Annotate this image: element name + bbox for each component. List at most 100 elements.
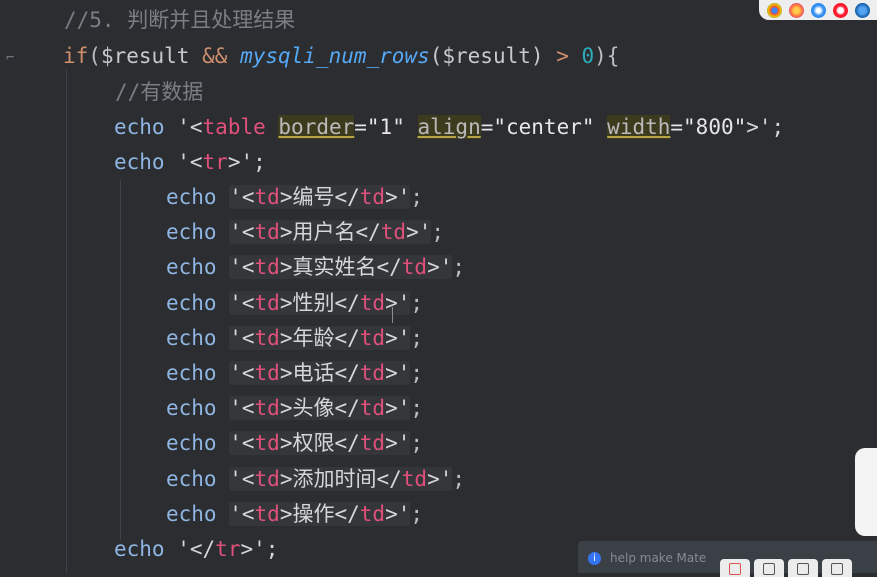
td-open-tag: td bbox=[254, 361, 280, 385]
td-label: 年龄 bbox=[292, 325, 335, 350]
echo-td-line: echo '<td>头像</td>'; bbox=[166, 396, 424, 421]
align-value: ="center" bbox=[480, 115, 595, 139]
echo-td-line: echo '<td>添加时间</td>'; bbox=[166, 466, 466, 491]
echo-td-line: echo '<td>操作</td>'; bbox=[166, 501, 424, 526]
echo-keyword: echo bbox=[114, 115, 165, 139]
opera-icon[interactable] bbox=[832, 2, 848, 18]
td-open-tag: td bbox=[254, 501, 280, 526]
notification-text: help make Mate bbox=[610, 551, 707, 565]
echo-keyword: echo bbox=[166, 290, 217, 315]
td-close-tag: td bbox=[359, 361, 386, 385]
comment-line: //5. 判断并且处理结果 bbox=[64, 8, 296, 32]
td-label: 性别 bbox=[292, 290, 335, 315]
td-string: '<td>编号</td>' bbox=[229, 185, 411, 209]
info-icon: i bbox=[588, 552, 601, 565]
echo-td-line: echo '<td>真实姓名</td>'; bbox=[166, 255, 466, 280]
td-open-tag: td bbox=[254, 396, 280, 421]
notification-actions bbox=[720, 559, 852, 577]
tr-tag: tr bbox=[215, 537, 241, 561]
string-close: >'; bbox=[227, 150, 266, 174]
echo-td-line: echo '<td>编号</td>'; bbox=[166, 185, 424, 209]
echo-tr-open-line: echo '<tr>'; bbox=[114, 146, 266, 178]
tr-tag: tr bbox=[202, 150, 228, 174]
paren: ( bbox=[88, 44, 101, 68]
td-label: 用户名 bbox=[292, 220, 356, 245]
echo-keyword: echo bbox=[166, 255, 217, 280]
gt-operator: > bbox=[556, 44, 569, 68]
td-string: '<td>真实姓名</td>' bbox=[229, 255, 453, 280]
echo-keyword: echo bbox=[166, 431, 217, 456]
td-close-tag: td bbox=[359, 396, 386, 421]
app-icon-2[interactable] bbox=[754, 559, 784, 577]
echo-td-line: echo '<td>电话</td>'; bbox=[166, 361, 424, 385]
fold-marker-icon[interactable]: ⌐ bbox=[6, 50, 14, 66]
echo-keyword: echo bbox=[114, 150, 165, 174]
echo-td-line: echo '<td>用户名</td>'; bbox=[166, 220, 445, 245]
comment-has-data: //有数据 bbox=[115, 80, 204, 104]
firefox-icon[interactable] bbox=[788, 2, 804, 18]
result-argument: ($result) bbox=[429, 44, 544, 68]
string-open: '< bbox=[177, 150, 203, 174]
td-close-tag: td bbox=[359, 290, 386, 315]
text-cursor-icon bbox=[392, 307, 395, 323]
editor-gutter: ⌐ bbox=[0, 0, 34, 573]
td-close-tag: td bbox=[359, 431, 386, 456]
code-editor[interactable]: //5. 判断并且处理结果 if($result && mysqli_num_r… bbox=[34, 0, 877, 573]
td-open-tag: td bbox=[254, 185, 280, 209]
edge-icon[interactable] bbox=[854, 2, 870, 18]
result-variable: $result bbox=[100, 44, 190, 68]
table-tag: table bbox=[202, 115, 266, 139]
td-string: '<td>电话</td>' bbox=[229, 361, 411, 385]
indent-guide bbox=[120, 180, 121, 540]
td-close-tag: td bbox=[359, 501, 386, 526]
td-label: 电话 bbox=[292, 361, 335, 385]
width-attr: width bbox=[607, 115, 671, 139]
function-name: mysqli_num_rows bbox=[240, 44, 430, 68]
td-string: '<td>头像</td>' bbox=[229, 396, 411, 421]
if-keyword: if bbox=[63, 44, 89, 68]
td-close-tag: td bbox=[401, 466, 428, 491]
echo-table-line: echo '<table border="1" align="center" w… bbox=[114, 111, 784, 143]
zero-literal: 0 bbox=[581, 44, 595, 68]
td-string: '<td>年龄</td>' bbox=[229, 325, 411, 350]
td-close-tag: td bbox=[380, 220, 407, 245]
echo-keyword: echo bbox=[166, 361, 217, 385]
echo-keyword: echo bbox=[166, 185, 217, 209]
td-open-tag: td bbox=[254, 220, 280, 245]
td-open-tag: td bbox=[254, 290, 280, 315]
app-icon-4[interactable] bbox=[822, 559, 852, 577]
td-label: 编号 bbox=[292, 185, 335, 209]
echo-keyword: echo bbox=[166, 396, 217, 421]
td-label: 添加时间 bbox=[292, 466, 377, 491]
td-open-tag: td bbox=[254, 466, 280, 491]
app-icon-1[interactable] bbox=[720, 559, 750, 577]
echo-td-line: echo '<td>年龄</td>'; bbox=[166, 325, 424, 350]
td-string: '<td>权限</td>' bbox=[229, 431, 411, 456]
and-operator: && bbox=[202, 44, 228, 68]
floating-side-panel[interactable] bbox=[855, 448, 877, 536]
echo-keyword: echo bbox=[114, 537, 165, 561]
td-open-tag: td bbox=[254, 325, 280, 350]
safari-icon[interactable] bbox=[810, 2, 826, 18]
echo-keyword: echo bbox=[166, 466, 217, 491]
browser-launch-bar bbox=[759, 0, 877, 20]
td-label: 头像 bbox=[292, 396, 335, 421]
width-value: ="800" bbox=[670, 115, 747, 139]
td-close-tag: td bbox=[401, 255, 428, 280]
td-string: '<td>添加时间</td>' bbox=[229, 466, 453, 491]
echo-td-line: echo '<td>权限</td>'; bbox=[166, 431, 424, 456]
notification-toast[interactable]: i help make Mate bbox=[578, 541, 877, 577]
border-attr: border bbox=[278, 115, 355, 139]
chrome-icon[interactable] bbox=[766, 2, 782, 18]
if-statement-line: if($result && mysqli_num_rows($result) >… bbox=[63, 40, 619, 72]
td-string: '<td>用户名</td>' bbox=[229, 220, 432, 245]
td-label: 操作 bbox=[292, 501, 335, 526]
string-close: >'; bbox=[240, 537, 279, 561]
echo-td-line: echo '<td>性别</td>'; bbox=[166, 290, 424, 315]
echo-keyword: echo bbox=[166, 501, 217, 526]
echo-keyword: echo bbox=[166, 220, 217, 245]
td-close-tag: td bbox=[359, 185, 386, 209]
app-icon-3[interactable] bbox=[788, 559, 818, 577]
echo-keyword: echo bbox=[166, 325, 217, 350]
td-open-tag: td bbox=[254, 255, 280, 280]
